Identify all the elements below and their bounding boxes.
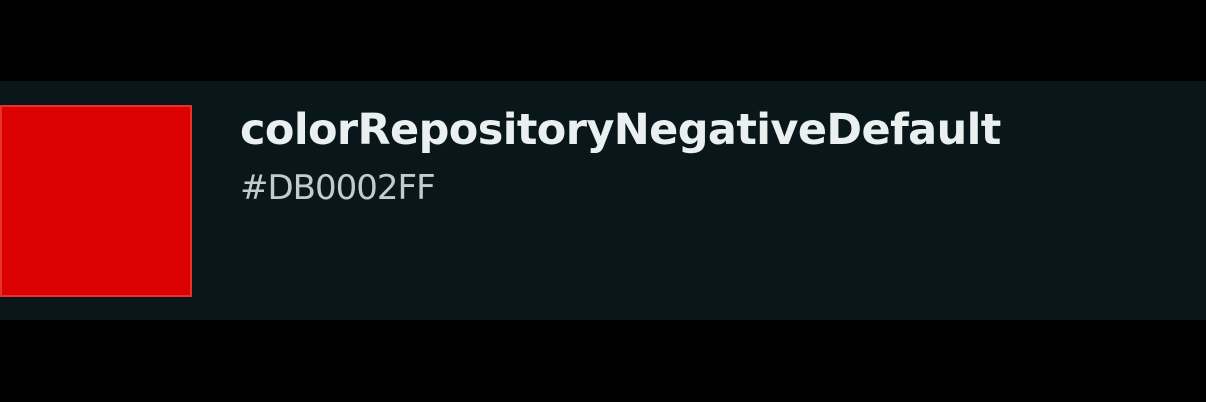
color-swatch	[0, 105, 192, 297]
token-hex-value: #DB0002FF	[240, 168, 436, 208]
token-name: colorRepositoryNegativeDefault	[240, 105, 1001, 155]
color-token-card: colorRepositoryNegativeDefault #DB0002FF	[0, 81, 1206, 320]
